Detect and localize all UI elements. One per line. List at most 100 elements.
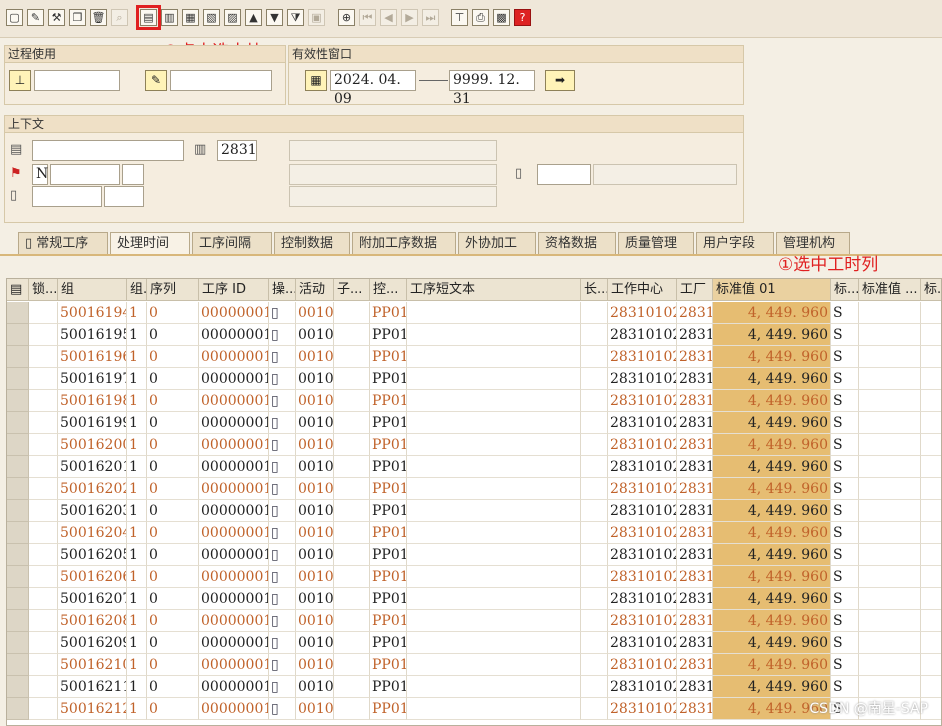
col-sequence[interactable]: 序列 xyxy=(147,279,199,301)
select-block-icon[interactable]: ▤ xyxy=(136,5,161,30)
table-cell[interactable] xyxy=(581,390,608,412)
cell-plant[interactable]: 2831 xyxy=(677,302,713,324)
cell-unit[interactable]: S xyxy=(831,324,859,346)
cell-counter[interactable]: 1 xyxy=(127,390,147,412)
cell-plant[interactable]: 2831 xyxy=(677,632,713,654)
cell-activity[interactable]: 0010 xyxy=(296,456,334,478)
cell-group[interactable]: 50016207 xyxy=(58,588,127,610)
table-cell[interactable] xyxy=(407,412,581,434)
cell-std[interactable]: 4, 449. 960 xyxy=(713,302,831,324)
table-cell[interactable] xyxy=(921,676,941,698)
last-page-icon[interactable]: ⏭ xyxy=(422,9,439,26)
table-cell[interactable] xyxy=(29,698,58,720)
cell-counter[interactable]: 1 xyxy=(127,610,147,632)
cell-group[interactable]: 50016206 xyxy=(58,566,127,588)
table-cell[interactable] xyxy=(334,412,370,434)
cell-seq[interactable]: 0 xyxy=(147,412,199,434)
cell-activity[interactable]: 0010 xyxy=(296,544,334,566)
cell-group[interactable]: 50016201 xyxy=(58,456,127,478)
cell-wc[interactable]: 28310102 xyxy=(608,346,677,368)
cell-opid[interactable]: 00000001 xyxy=(199,654,269,676)
table-cell[interactable] xyxy=(921,544,941,566)
table-cell[interactable] xyxy=(407,346,581,368)
table-cell[interactable] xyxy=(407,324,581,346)
cell-plant[interactable]: 2831 xyxy=(677,566,713,588)
cell-plant[interactable]: 2831 xyxy=(677,500,713,522)
cell-opid[interactable]: 00000001 xyxy=(199,456,269,478)
cell-unit[interactable]: S xyxy=(831,456,859,478)
table-cell[interactable] xyxy=(921,654,941,676)
table-cell[interactable] xyxy=(334,588,370,610)
cell-activity[interactable]: 0010 xyxy=(296,632,334,654)
table-cell[interactable] xyxy=(859,544,921,566)
table-cell[interactable] xyxy=(859,346,921,368)
table-cell[interactable] xyxy=(581,324,608,346)
cell-unit[interactable]: S xyxy=(831,544,859,566)
table-cell[interactable] xyxy=(334,500,370,522)
cell-plant[interactable]: 2831 xyxy=(677,654,713,676)
table-cell[interactable] xyxy=(581,588,608,610)
table-cell[interactable] xyxy=(334,632,370,654)
table-cell[interactable] xyxy=(859,390,921,412)
cell-seq[interactable]: 0 xyxy=(147,544,199,566)
cell-std[interactable]: 4, 449. 960 xyxy=(713,478,831,500)
table-cell[interactable] xyxy=(859,676,921,698)
table-cell[interactable] xyxy=(581,566,608,588)
cell-activity[interactable]: 0010 xyxy=(296,346,334,368)
cell-std[interactable]: 4, 449. 960 xyxy=(713,632,831,654)
table-cell[interactable] xyxy=(581,522,608,544)
cell-unit[interactable]: S xyxy=(831,478,859,500)
row-selector[interactable] xyxy=(7,566,29,588)
table-cell[interactable] xyxy=(581,610,608,632)
cell-ctrl[interactable]: PP01 xyxy=(370,478,407,500)
table-cell[interactable] xyxy=(407,434,581,456)
table-cell[interactable] xyxy=(407,478,581,500)
cell-activity[interactable]: 0010 xyxy=(296,588,334,610)
tab-additional-data[interactable]: 附加工序数据 xyxy=(352,232,456,254)
row-selector[interactable] xyxy=(7,478,29,500)
table-cell[interactable] xyxy=(859,654,921,676)
first-page-icon[interactable]: ⏮ xyxy=(359,9,376,26)
cell-wc[interactable]: 28310102 xyxy=(608,434,677,456)
cell-opid[interactable]: 00000001 xyxy=(199,610,269,632)
cell-seq[interactable]: 0 xyxy=(147,346,199,368)
cell-group[interactable]: 50016200 xyxy=(58,434,127,456)
cell-group[interactable]: 50016210 xyxy=(58,654,127,676)
cell-counter[interactable]: 1 xyxy=(127,456,147,478)
cell-std[interactable]: 4, 449. 960 xyxy=(713,500,831,522)
tab-processing-time[interactable]: 处理时间 xyxy=(110,232,190,255)
cell-seq[interactable]: 0 xyxy=(147,478,199,500)
tab-user-fields[interactable]: 用户字段 xyxy=(696,232,774,254)
table-cell[interactable] xyxy=(407,654,581,676)
table-cell[interactable] xyxy=(334,698,370,720)
row-selector[interactable] xyxy=(7,434,29,456)
cell-unit[interactable]: S xyxy=(831,632,859,654)
cell-seq[interactable]: 0 xyxy=(147,456,199,478)
table-cell[interactable] xyxy=(859,632,921,654)
process-field-2[interactable] xyxy=(170,70,272,91)
col-counter[interactable]: 组... xyxy=(127,279,147,301)
table-cell[interactable] xyxy=(921,412,941,434)
cell-wc[interactable]: 28310102 xyxy=(608,698,677,720)
cell-activity[interactable]: 0010 xyxy=(296,610,334,632)
copy-icon[interactable]: ❐ xyxy=(69,9,86,26)
table-cell[interactable] xyxy=(29,346,58,368)
col-lock[interactable]: 锁... xyxy=(29,279,58,301)
table-cell[interactable] xyxy=(29,434,58,456)
table-cell[interactable] xyxy=(859,324,921,346)
cell-seq[interactable]: 0 xyxy=(147,324,199,346)
table-cell[interactable] xyxy=(581,676,608,698)
tab-control-data[interactable]: 控制数据 xyxy=(274,232,350,254)
cell-opid[interactable]: 00000001 xyxy=(199,522,269,544)
cell-counter[interactable]: 1 xyxy=(127,368,147,390)
cell-counter[interactable]: 1 xyxy=(127,324,147,346)
table-cell[interactable] xyxy=(334,544,370,566)
cell-unit[interactable]: S xyxy=(831,676,859,698)
table-cell[interactable] xyxy=(407,390,581,412)
filter-icon[interactable]: ⧩ xyxy=(287,9,304,26)
cell-std[interactable]: 4, 449. 960 xyxy=(713,676,831,698)
cell-counter[interactable]: 1 xyxy=(127,588,147,610)
cell-plant[interactable]: 2831 xyxy=(677,412,713,434)
cell-seq[interactable]: 0 xyxy=(147,368,199,390)
cell-plant[interactable]: 2831 xyxy=(677,588,713,610)
